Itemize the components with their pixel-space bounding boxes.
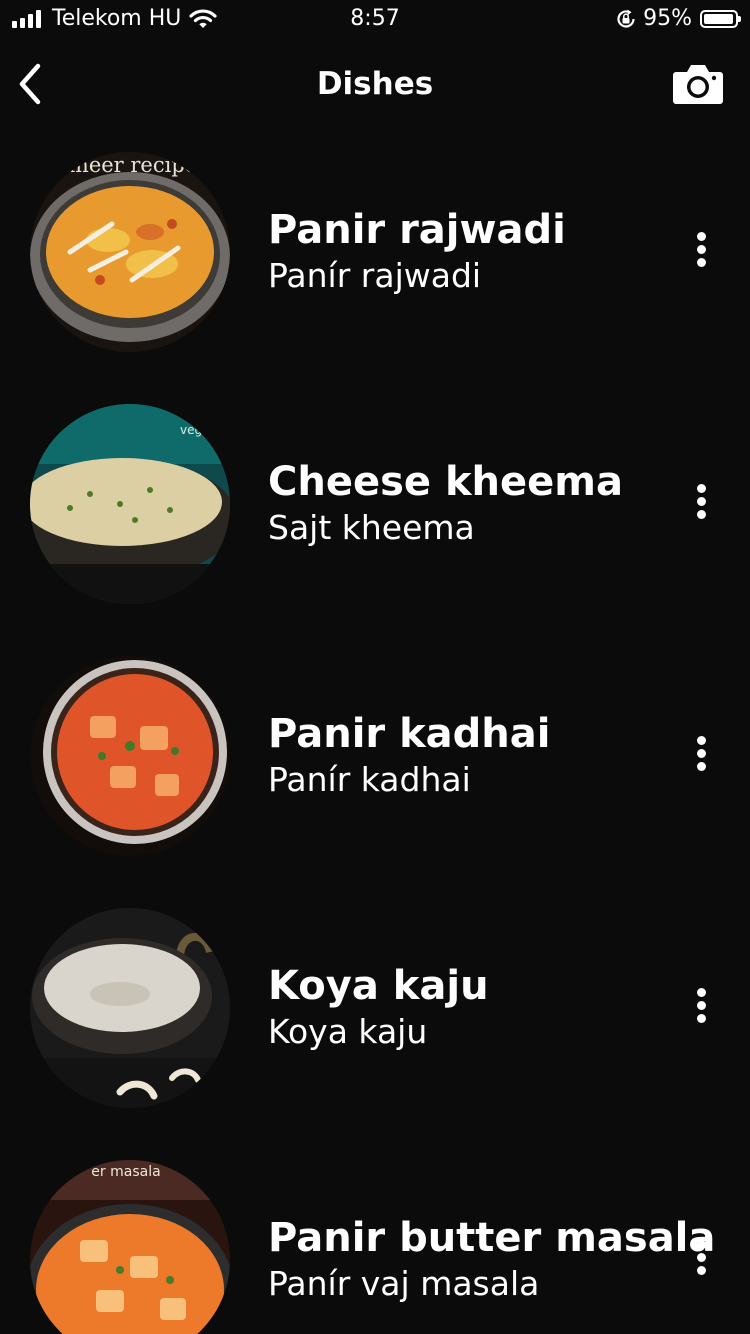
more-options-button[interactable]	[686, 984, 716, 1028]
photo-caption: er masala	[91, 1164, 160, 1180]
dish-row[interactable]: Panir kadhai Panír kadhai	[0, 632, 750, 884]
more-vertical-icon	[686, 484, 716, 519]
dish-row[interactable]: aneer recipe Panir rajwadi Panír rajwadi	[0, 128, 750, 380]
screen: Telekom HU 8:57 95% Dishes aneer recipe …	[0, 0, 750, 1334]
dish-subtitle: Panír kadhai	[268, 760, 471, 799]
dish-name: Panir butter masala	[268, 1215, 716, 1261]
dish-name: Panir kadhai	[268, 711, 551, 757]
photo-caption: veg	[180, 423, 202, 437]
dish-photo: veg	[30, 404, 230, 604]
dish-text: Panir rajwadi Panír rajwadi	[268, 206, 668, 298]
orientation-lock-icon	[617, 9, 635, 28]
camera-icon	[673, 65, 723, 104]
signal-icon	[12, 9, 44, 28]
camera-button[interactable]	[672, 62, 724, 106]
dish-name: Koya kaju	[268, 963, 489, 1009]
dish-text: Cheese kheema Sajt kheema	[268, 458, 668, 550]
dish-row[interactable]: Koya kaju Koya kaju	[0, 884, 750, 1136]
more-options-button[interactable]	[686, 480, 716, 524]
more-options-button[interactable]	[686, 1236, 716, 1280]
dish-row[interactable]: veg Cheese kheema Sajt kheema	[0, 380, 750, 632]
dish-list: aneer recipe Panir rajwadi Panír rajwadi	[0, 128, 750, 1334]
navigation-bar: Dishes	[0, 44, 750, 128]
more-options-button[interactable]	[686, 732, 716, 776]
photo-caption: aneer recipe	[63, 153, 197, 177]
dish-subtitle: Koya kaju	[268, 1012, 428, 1051]
dish-photo	[30, 656, 230, 856]
status-bar: Telekom HU 8:57 95%	[0, 0, 750, 40]
battery-fill	[704, 13, 733, 24]
dish-photo	[30, 908, 230, 1108]
page-title: Dishes	[316, 66, 434, 102]
dish-subtitle: Panír vaj masala	[268, 1264, 540, 1303]
more-vertical-icon	[686, 1240, 716, 1275]
dish-text: Panir kadhai Panír kadhai	[268, 710, 668, 802]
dish-name: Cheese kheema	[268, 459, 623, 505]
dish-text: Koya kaju Koya kaju	[268, 962, 668, 1054]
wifi-icon	[189, 8, 217, 28]
battery-percent: 95%	[643, 6, 692, 31]
dish-text: Panir butter masala Panír vaj masala	[268, 1214, 716, 1306]
status-right: 95%	[615, 6, 741, 31]
dish-photo: er masala	[30, 1160, 230, 1334]
more-vertical-icon	[686, 232, 716, 267]
dish-name: Panir rajwadi	[268, 207, 566, 253]
back-button[interactable]	[10, 58, 54, 110]
more-options-button[interactable]	[686, 228, 716, 272]
carrier-name: Telekom HU	[52, 6, 182, 31]
battery-icon	[700, 9, 741, 28]
more-vertical-icon	[686, 988, 716, 1023]
dish-photo: aneer recipe	[30, 152, 230, 352]
dish-subtitle: Sajt kheema	[268, 508, 475, 547]
dish-row[interactable]: er masala Panir butter masala Panír vaj …	[0, 1136, 750, 1334]
status-left: Telekom HU	[12, 6, 217, 31]
chevron-left-icon	[19, 63, 41, 105]
dish-subtitle: Panír rajwadi	[268, 256, 482, 295]
more-vertical-icon	[686, 736, 716, 771]
